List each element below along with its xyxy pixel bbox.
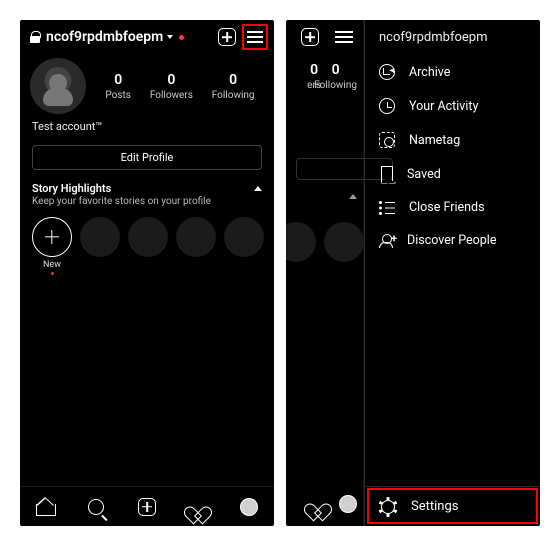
plus-icon — [45, 230, 59, 244]
bookmark-icon — [381, 166, 393, 182]
drawer-username: ncof9rpdmbfoepm — [365, 20, 540, 51]
nametag-icon — [379, 132, 395, 148]
new-post-button[interactable] — [214, 24, 240, 50]
stat-following-partial: 0 Following — [314, 62, 357, 91]
menu-label: Saved — [407, 167, 441, 182]
menu-close-friends[interactable]: Close Friends — [365, 191, 540, 224]
profile-screen: ncof9rpdmbfoepm 0 Posts 0 Followers — [20, 20, 274, 526]
list-icon — [379, 201, 395, 215]
drawer-panel: ncof9rpdmbfoepm Archive Your Activity Na… — [364, 20, 540, 526]
highlight-new-label: New — [32, 260, 72, 270]
menu-drawer-screen: 0 ers 0 Following ncof9rpdmbfoepm — [286, 20, 540, 526]
menu-button[interactable] — [242, 24, 268, 50]
nav-profile[interactable] — [336, 492, 360, 516]
menu-your-activity[interactable]: Your Activity — [365, 89, 540, 123]
profile-header: 0 Posts 0 Followers 0 Following — [20, 54, 274, 120]
nav-activity[interactable] — [186, 495, 210, 519]
stat-followers[interactable]: 0 Followers — [150, 72, 193, 101]
highlight-placeholder — [128, 217, 168, 275]
chevron-up-icon — [349, 194, 357, 199]
highlight-placeholder — [324, 222, 364, 265]
highlight-placeholder — [176, 217, 216, 275]
menu-nametag[interactable]: Nametag — [365, 123, 540, 157]
avatar-icon — [240, 498, 258, 516]
menu-label: Close Friends — [409, 200, 485, 215]
highlights-header[interactable]: Story Highlights — [20, 180, 274, 195]
home-icon — [36, 499, 54, 515]
stat-value: 0 — [314, 62, 357, 78]
notification-dot — [51, 272, 54, 275]
highlights-row: New — [20, 215, 274, 281]
username-dropdown[interactable]: ncof9rpdmbfoepm — [46, 29, 163, 45]
profile-avatar[interactable] — [30, 58, 86, 114]
plus-box-icon — [301, 28, 319, 46]
profile-sliver: 0 ers 0 Following — [286, 20, 364, 526]
stat-posts[interactable]: 0 Posts — [105, 72, 131, 101]
gear-icon — [379, 498, 397, 516]
menu-archive[interactable]: Archive — [365, 55, 540, 89]
highlight-placeholder — [80, 217, 120, 275]
search-icon — [88, 499, 104, 515]
stat-posts-value: 0 — [105, 72, 131, 88]
menu-button[interactable] — [331, 24, 357, 50]
menu-label: Your Activity — [409, 99, 478, 114]
drawer-menu: Archive Your Activity Nametag Saved — [365, 51, 540, 261]
hamburger-icon — [247, 31, 263, 43]
stat-following-value: 0 — [212, 72, 255, 88]
clock-icon — [379, 98, 395, 114]
top-bar: ncof9rpdmbfoepm — [20, 20, 274, 54]
hamburger-icon — [335, 31, 353, 43]
highlight-new[interactable]: New — [32, 217, 72, 275]
lock-icon — [30, 31, 40, 43]
stat-followers-label: Followers — [150, 90, 193, 101]
settings-label: Settings — [411, 499, 458, 514]
bottom-nav — [20, 486, 274, 526]
person-plus-icon — [379, 234, 393, 248]
menu-discover-people[interactable]: Discover People — [365, 224, 540, 257]
menu-saved[interactable]: Saved — [365, 157, 540, 191]
nav-home[interactable] — [33, 495, 57, 519]
display-name: Test account™ — [20, 120, 274, 141]
nav-activity[interactable] — [306, 492, 330, 516]
heart-icon — [309, 496, 327, 512]
heart-icon — [189, 499, 207, 515]
settings-button[interactable]: Settings — [365, 486, 540, 526]
edit-profile-button[interactable]: Edit Profile — [32, 145, 262, 170]
menu-label: Discover People — [407, 233, 496, 248]
plus-box-icon — [218, 28, 236, 46]
highlight-placeholder — [224, 217, 264, 275]
stat-following[interactable]: 0 Following — [212, 72, 255, 101]
menu-label: Nametag — [409, 133, 460, 148]
stat-label: Following — [314, 80, 357, 91]
nav-profile[interactable] — [237, 495, 261, 519]
plus-box-icon — [138, 498, 156, 516]
new-post-button[interactable] — [297, 24, 323, 50]
avatar-icon — [339, 495, 357, 513]
stat-following-label: Following — [212, 90, 255, 101]
nav-search[interactable] — [84, 495, 108, 519]
nav-new-post[interactable] — [135, 495, 159, 519]
highlights-title: Story Highlights — [32, 182, 111, 195]
stat-followers-value: 0 — [150, 72, 193, 88]
notification-dot — [179, 35, 184, 40]
menu-label: Archive — [409, 65, 450, 80]
chevron-down-icon — [167, 35, 173, 39]
stat-posts-label: Posts — [105, 90, 131, 101]
chevron-up-icon — [254, 186, 262, 191]
highlights-subtitle: Keep your favorite stories on your profi… — [20, 195, 274, 215]
archive-icon — [379, 64, 395, 80]
highlight-placeholder — [286, 222, 316, 265]
